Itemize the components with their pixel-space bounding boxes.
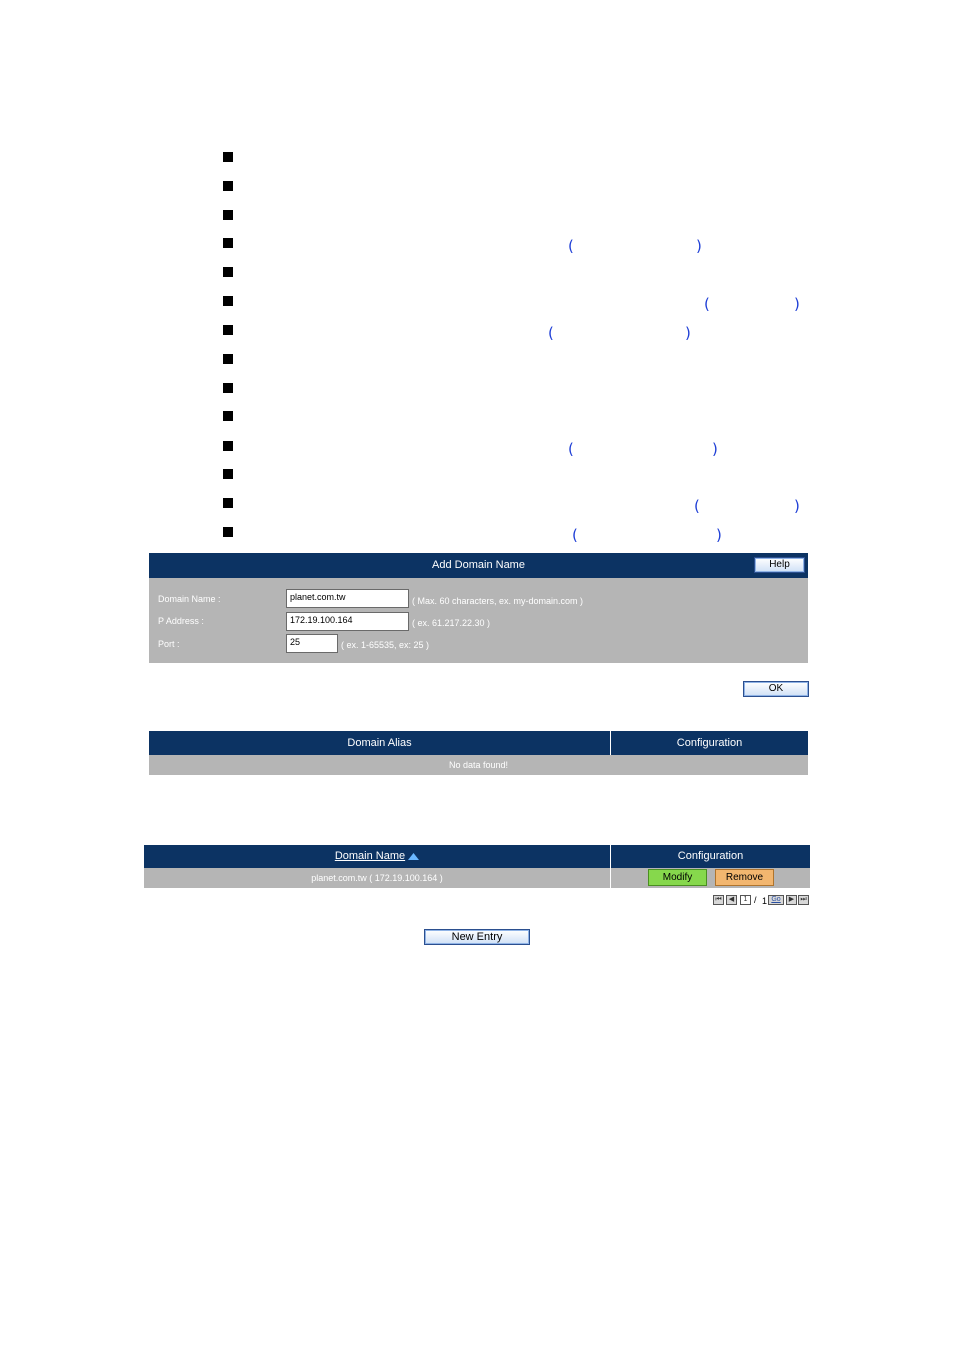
paren-open: ( — [568, 440, 574, 458]
domain-entry-name: planet.com.tw — [311, 873, 367, 883]
bullet-marker — [223, 354, 233, 364]
port-input[interactable]: 25 — [286, 634, 338, 653]
last-page-icon[interactable]: ⏭ — [798, 895, 809, 905]
port-hint: ( ex. 1-65535, ex: 25 ) — [341, 640, 430, 650]
bullet-marker — [223, 441, 233, 451]
alias-empty-row: No data found! — [149, 755, 808, 775]
total-pages: 1 — [762, 896, 768, 906]
add-domain-title: Add Domain Name — [432, 559, 525, 571]
table-row: planet.com.tw ( 172.19.100.164 ) Modify … — [144, 868, 810, 888]
bullet-marker — [223, 469, 233, 479]
bullet-marker — [223, 498, 233, 508]
next-page-icon[interactable]: ▶ — [786, 895, 797, 905]
port-label: Port : — [158, 639, 180, 649]
domain-name-hint: ( Max. 60 characters, ex. my-domain.com … — [412, 596, 584, 606]
bullet-marker — [223, 325, 233, 335]
paren-close: ) — [716, 526, 722, 544]
bullet-marker — [223, 267, 233, 277]
no-data-text: No data found! — [448, 760, 509, 770]
ok-button[interactable]: OK — [743, 681, 809, 697]
paren-open: ( — [548, 324, 554, 342]
domain-name-input[interactable]: planet.com.tw — [286, 589, 409, 608]
prev-page-icon[interactable]: ◀ — [726, 895, 737, 905]
add-domain-header: Add Domain Name Help — [149, 553, 808, 578]
page-number-input[interactable]: 1 — [740, 895, 751, 905]
bullet-marker — [223, 181, 233, 191]
ip-address-label: P Address : — [158, 616, 204, 626]
paren-close: ) — [794, 497, 800, 515]
domain-name-col-label[interactable]: Domain Name — [335, 850, 405, 862]
modify-button[interactable]: Modify — [648, 869, 707, 886]
domain-entry-address: ( 172.19.100.164 ) — [369, 873, 443, 883]
alias-header-row: Domain Alias Configuration — [149, 731, 808, 755]
domain-name-sort-header[interactable]: Domain Name — [144, 850, 610, 862]
paren-close: ) — [794, 295, 800, 313]
domain-header-row: Domain Name Configuration — [144, 845, 810, 868]
domain-name-label: Domain Name : — [158, 594, 221, 604]
alias-config-col-header: Configuration — [676, 737, 743, 749]
paren-open: ( — [704, 295, 710, 313]
paren-close: ) — [685, 324, 691, 342]
paren-open: ( — [568, 237, 574, 255]
ip-address-input[interactable]: 172.19.100.164 — [286, 612, 409, 631]
alias-col-header: Domain Alias — [347, 737, 412, 749]
paren-close: ) — [696, 237, 702, 255]
bullet-marker — [223, 152, 233, 162]
bullet-marker — [223, 238, 233, 248]
bullet-marker — [223, 296, 233, 306]
domain-entry-text: planet.com.tw ( 172.19.100.164 ) — [144, 873, 610, 883]
first-page-icon[interactable]: ⏮ — [713, 895, 724, 905]
bullet-marker — [223, 527, 233, 537]
ip-address-hint: ( ex. 61.217.22.30 ) — [412, 618, 491, 628]
paren-open: ( — [694, 497, 700, 515]
remove-button[interactable]: Remove — [715, 869, 774, 886]
sort-ascending-icon — [408, 852, 420, 860]
page-separator: / — [754, 895, 757, 905]
paren-close: ) — [712, 440, 718, 458]
paren-open: ( — [572, 526, 578, 544]
help-button[interactable]: Help — [754, 557, 805, 573]
new-entry-button[interactable]: New Entry — [424, 929, 530, 945]
go-button[interactable]: Go — [768, 895, 784, 905]
domain-config-col-header: Configuration — [677, 850, 744, 862]
bullet-marker — [223, 210, 233, 220]
bullet-marker — [223, 411, 233, 421]
column-divider — [610, 868, 611, 888]
bullet-marker — [223, 383, 233, 393]
